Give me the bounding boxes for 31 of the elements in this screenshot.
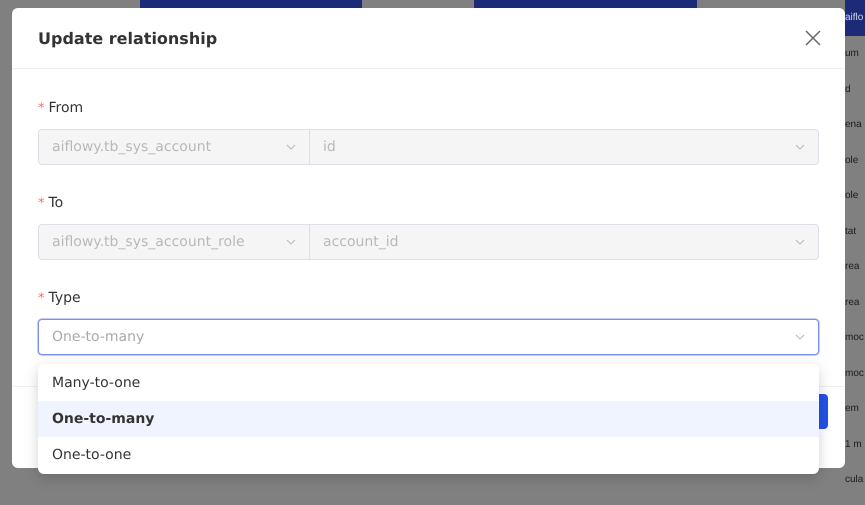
caret-icon — [795, 144, 805, 150]
list-item: moc — [845, 366, 865, 380]
list-item: ole — [845, 154, 860, 168]
list-item: em — [845, 402, 860, 416]
list-item: cula — [845, 473, 864, 487]
caret-icon — [286, 144, 296, 150]
list-item: rea — [845, 296, 860, 310]
dialog-title: Update relationship — [38, 28, 218, 48]
field-label: From — [48, 100, 84, 116]
list-item: d — [845, 82, 852, 96]
list-item: um — [845, 47, 860, 61]
list-item: 1 m — [845, 438, 863, 452]
column-header: aiflo — [845, 0, 865, 36]
caret-icon — [795, 334, 805, 340]
list-item: ena — [845, 118, 863, 132]
required-mark: * — [38, 196, 44, 210]
required-mark: * — [38, 100, 44, 116]
close-icon[interactable] — [805, 30, 821, 46]
field-label: Type — [48, 290, 81, 306]
dropdown-option[interactable]: One-to-one — [38, 437, 819, 473]
caret-icon — [795, 239, 805, 245]
list-item: tat — [845, 224, 858, 238]
list-item: ole — [845, 189, 860, 203]
caret-icon — [286, 239, 296, 245]
list-item: moc — [845, 331, 865, 345]
required-mark: * — [38, 290, 44, 306]
type-select[interactable]: One-to-many — [38, 319, 819, 355]
dropdown-option[interactable]: One-to-many — [38, 401, 819, 437]
list-item: rea — [845, 260, 860, 274]
dropdown-option[interactable]: Many-to-one — [38, 365, 819, 401]
field-label: To — [48, 195, 64, 211]
